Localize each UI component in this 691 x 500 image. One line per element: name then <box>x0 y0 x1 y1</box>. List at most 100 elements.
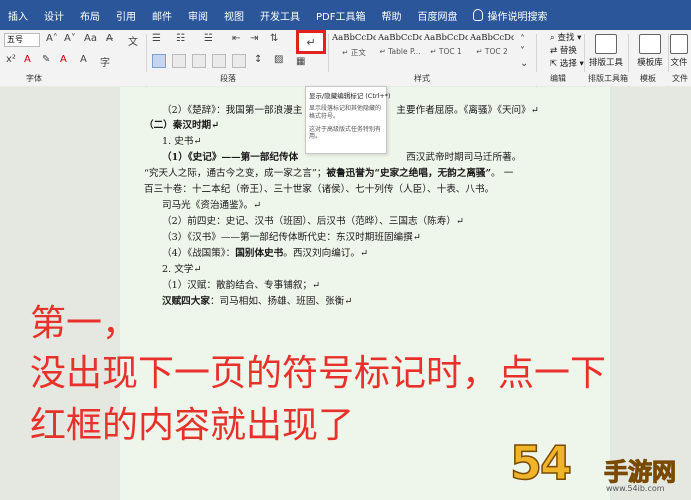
change-case-icon[interactable]: Aa <box>84 33 97 44</box>
menu-baidu-netdisk[interactable]: 百度网盘 <box>417 8 457 23</box>
layout-tools-icon <box>595 34 617 54</box>
grow-font-icon[interactable]: A˄ <box>46 33 58 44</box>
show-hide-marks-button[interactable]: ↵ <box>296 30 326 54</box>
tooltip: 显示/隐藏编辑标记 (Ctrl+*) 显示段落标记和其他隐藏的格式符号。 这对于… <box>305 86 391 154</box>
line-text: 。西汉刘向编订。↵ <box>283 248 369 259</box>
phonetic-guide-icon[interactable]: 文 <box>128 33 138 48</box>
text-highlight-icon[interactable]: ✎ <box>42 54 50 65</box>
style-sample: AaBbCcDd <box>470 33 514 43</box>
menu-mailings[interactable]: 邮件 <box>152 8 172 23</box>
file-icon <box>670 34 688 54</box>
caption-line-1: 第一， <box>30 303 139 344</box>
tooltip-title: 显示/隐藏编辑标记 (Ctrl+*) <box>309 92 391 100</box>
doc-line[interactable]: （3）《汉书》——第一部纪传体断代史：东汉时期班固编撰↵ <box>162 229 421 243</box>
line-text: （1）《史记》——第一部纪传体 <box>162 152 299 163</box>
template-library-icon <box>639 34 661 54</box>
line-text: （4）《战国策》： <box>162 248 236 259</box>
doc-heading[interactable]: （二）秦汉时期↵ <box>144 117 219 131</box>
enclose-char-icon[interactable]: 字 <box>100 54 110 69</box>
watermark-url: www.54ib.com <box>606 484 665 493</box>
line-text: （2）《楚辞》：我国第一部浪漫主 <box>162 105 303 116</box>
watermark-brand: 手游网 <box>604 458 677 487</box>
doc-line[interactable]: “究天人之际，通古今之变，成一家之言”；被鲁迅誉为“史家之绝唱，无韵之离骚”。 … <box>144 165 513 179</box>
group-label-paragraph: 段落 <box>220 74 236 83</box>
ribbon-group-labels: 字体 段落 样式 编辑 排版工具箱 模板 文件 <box>0 72 691 86</box>
numbering-icon[interactable]: ☷ <box>176 33 185 44</box>
sort-icon[interactable]: ⇅ <box>270 33 278 44</box>
doc-line[interactable]: 1. 史书↵ <box>162 133 201 147</box>
watermark-number: 54 <box>509 436 573 490</box>
shrink-font-icon[interactable]: A˅ <box>64 33 76 44</box>
line-spacing-icon[interactable]: ↕ <box>254 54 262 65</box>
caption-line-3: 红框的内容就出现了 <box>30 405 355 446</box>
menu-developer[interactable]: 开发工具 <box>260 8 300 23</box>
menu-review[interactable]: 审阅 <box>188 8 208 23</box>
caption-line-2: 没出现下一页的符号标记时，点一下 <box>30 353 607 394</box>
distributed-button[interactable] <box>232 54 246 68</box>
group-label-styles: 样式 <box>414 74 430 83</box>
clear-format-icon[interactable]: A̶ <box>106 33 113 44</box>
layout-tools-button[interactable]: 排版工具 <box>586 34 626 68</box>
align-center-button[interactable] <box>172 54 186 68</box>
styles-more-icon[interactable]: ⌄ <box>520 58 528 69</box>
doc-line[interactable]: 汉赋四大家：司马相如、扬雄、班固、张衡↵ <box>162 293 352 307</box>
style-name: ↵ 正文 <box>342 48 366 57</box>
group-label-editing: 编辑 <box>550 74 566 83</box>
find-button[interactable]: ⌕ 查找 ▾ <box>550 31 581 43</box>
doc-line[interactable]: 2. 文学↵ <box>162 261 201 275</box>
multilevel-list-icon[interactable]: ☱ <box>204 33 213 44</box>
styles-scroll-down-icon[interactable]: ˅ <box>520 46 525 57</box>
char-shading-icon[interactable]: A <box>80 54 87 65</box>
menu-design[interactable]: 设计 <box>44 8 64 23</box>
font-size-select[interactable]: 五号 <box>4 33 40 47</box>
menu-references[interactable]: 引用 <box>116 8 136 23</box>
styles-scroll-up-icon[interactable]: ˄ <box>520 34 525 45</box>
font-color-icon[interactable]: A <box>60 54 67 65</box>
style-table-paragraph[interactable]: AaBbCcDd ↵ Table P... <box>378 33 422 63</box>
menu-pdf-tools[interactable]: PDF工具箱 <box>316 8 365 23</box>
menu-view[interactable]: 视图 <box>224 8 244 23</box>
bullets-icon[interactable]: ☰ <box>152 33 161 44</box>
doc-line[interactable]: （1）汉赋：散韵结合、专事铺叙；↵ <box>162 277 320 291</box>
style-name: ↵ Table P... <box>379 47 421 56</box>
menu-bar: 插入 设计 布局 引用 邮件 审阅 视图 开发工具 PDF工具箱 帮助 百度网盘… <box>0 0 691 30</box>
replace-label: 替换 <box>559 46 577 56</box>
doc-line[interactable]: （2）前四史：史记、汉书（班固）、后汉书（范晔）、三国志（陈寿）↵ <box>162 213 464 227</box>
select-button[interactable]: ⇱ 选择 ▾ <box>550 57 584 69</box>
justify-button[interactable] <box>212 54 226 68</box>
file-button[interactable]: 文件 <box>664 34 691 68</box>
line-text: 西汉武帝时期司马迁所著。 <box>406 152 522 163</box>
select-label: 选择 <box>559 59 577 69</box>
superscript-icon[interactable]: x² <box>6 54 16 65</box>
menu-layout[interactable]: 布局 <box>80 8 100 23</box>
replace-button[interactable]: ⇄ 替换 <box>550 44 577 56</box>
style-name: ↵ TOC 1 <box>430 47 462 56</box>
tooltip-description: 显示段落标记和其他隐藏的格式符号。 <box>309 105 382 120</box>
line-text: ：司马相如、扬雄、班固、张衡↵ <box>209 296 353 307</box>
text-effects-icon[interactable]: A <box>24 54 31 65</box>
menu-insert[interactable]: 插入 <box>8 8 28 23</box>
line-text: “究天人之际，通古今之变，成一家之言”； <box>144 168 327 179</box>
align-left-button[interactable] <box>152 54 166 68</box>
search-box[interactable]: 操作说明搜索 <box>473 8 547 23</box>
increase-indent-icon[interactable]: ⇥ <box>250 33 258 44</box>
doc-line[interactable]: （4）《战国策》：国别体史书。西汉刘向编订。↵ <box>162 245 368 259</box>
group-label-file: 文件 <box>672 74 688 83</box>
shading-icon[interactable]: ▨ <box>274 54 283 65</box>
menu-help[interactable]: 帮助 <box>381 8 401 23</box>
style-toc-1[interactable]: AaBbCcDd ↵ TOC 1 <box>424 33 468 63</box>
style-sample: AaBbCcDd <box>332 33 376 43</box>
doc-line[interactable]: 百三十卷：十二本纪（帝王）、三十世家（诸侯）、七十列传（人臣）、十表、八书。 <box>144 181 494 195</box>
align-right-button[interactable] <box>192 54 206 68</box>
find-label: 查找 <box>557 33 575 43</box>
file-label: 文件 <box>670 58 688 68</box>
borders-icon[interactable]: ▦ <box>296 56 305 67</box>
line-text: 。 一 <box>491 168 514 179</box>
style-normal[interactable]: AaBbCcDd ↵ 正文 <box>332 33 376 63</box>
group-label-font: 字体 <box>26 74 42 83</box>
decrease-indent-icon[interactable]: ⇤ <box>232 33 240 44</box>
line-bold: 国别体史书 <box>235 248 284 259</box>
line-bold: 汉赋四大家 <box>162 296 210 307</box>
style-toc-2[interactable]: AaBbCcDd ↵ TOC 2 <box>470 33 514 63</box>
doc-line[interactable]: 司马光《资治通鉴》。↵ <box>162 197 261 211</box>
